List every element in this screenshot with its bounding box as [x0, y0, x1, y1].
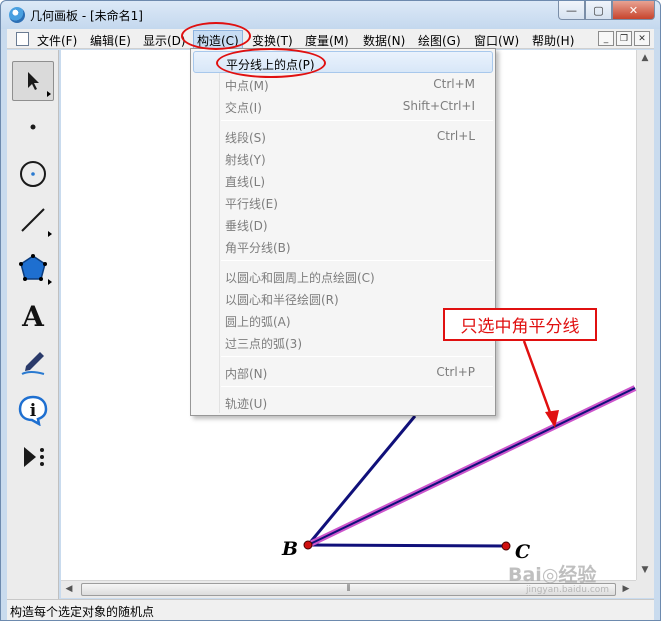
menu-bar: 文件(F) 编辑(E) 显示(D) 构造(C) 变换(T) 度量(M) 数据(N…: [7, 29, 654, 51]
menu-item-label: 射线(Y): [225, 153, 266, 167]
construct-menu: 平分线上的点(P) 中点(M) Ctrl+M 交点(I) Shift+Ctrl+I 线段(…: [190, 48, 496, 416]
menu-item-shortcut: Ctrl+M: [433, 77, 475, 91]
highlight-ellipse-menu: [181, 22, 251, 50]
text-icon: A: [22, 299, 44, 333]
menu-item-shortcut: Shift+Ctrl+I: [402, 99, 475, 113]
menu-item-construct[interactable]: 垂线(D): [193, 213, 493, 235]
menu-window[interactable]: 窗口(W): [474, 32, 519, 49]
info-tool[interactable]: i: [12, 390, 54, 430]
menu-separator: [221, 120, 493, 121]
watermark-logo: Bai◎经验: [508, 564, 597, 586]
doc-close-button[interactable]: ✕: [634, 31, 650, 46]
scroll-up-icon[interactable]: ▲: [637, 50, 653, 66]
menu-item-construct[interactable]: 射线(Y): [193, 147, 493, 169]
menu-item-label: 圆上的弧(A): [225, 315, 291, 329]
menu-display[interactable]: 显示(D): [143, 32, 186, 49]
arrow-select-tool[interactable]: [12, 61, 54, 101]
scroll-corner: [636, 580, 654, 598]
menu-item-label: 内部(N): [225, 367, 268, 381]
highlight-ellipse-item: [216, 48, 326, 78]
menu-item-label: 直线(L): [225, 175, 266, 189]
menu-item-label: 平行线(E): [225, 197, 278, 211]
menu-item-label: 中点(M): [225, 79, 269, 93]
marker-tool[interactable]: [12, 343, 54, 383]
menu-item-label: 交点(I): [225, 101, 262, 115]
menu-item-label: 以圆心和半径绘圆(R): [225, 293, 339, 307]
vertical-scrollbar[interactable]: ▲ ▼: [636, 50, 654, 580]
text-tool[interactable]: A: [12, 296, 54, 336]
arrow-select-icon: [28, 72, 39, 90]
menu-separator: [221, 260, 493, 261]
app-logo-icon: [9, 7, 25, 23]
close-button[interactable]: ✕: [612, 1, 655, 20]
custom-tool-icon: [24, 447, 44, 467]
minimize-button[interactable]: —: [558, 1, 585, 20]
document-controls: _ ❐ ✕: [598, 31, 650, 46]
watermark-url: jingyan.baidu.com: [526, 585, 610, 595]
menu-item-construct[interactable]: 线段(S) Ctrl+L: [193, 125, 493, 147]
menu-item-construct[interactable]: 轨迹(U): [193, 391, 493, 413]
tool-submenu-icon: [48, 231, 52, 237]
menu-help[interactable]: 帮助(H): [532, 32, 574, 49]
custom-tool[interactable]: [12, 437, 54, 477]
menu-item-shortcut: Ctrl+P: [436, 365, 475, 379]
menu-item-construct[interactable]: 中点(M) Ctrl+M: [193, 73, 493, 95]
title-bar[interactable]: 几何画板 - [未命名1] — ▢ ✕: [1, 1, 660, 29]
menu-item-label: 以圆心和圆周上的点绘圆(C): [225, 271, 375, 285]
menu-graph[interactable]: 绘图(G): [418, 32, 461, 49]
menu-measure[interactable]: 度量(M): [305, 32, 349, 49]
scroll-down-icon[interactable]: ▼: [637, 562, 653, 578]
menu-item-construct[interactable]: 内部(N) Ctrl+P: [193, 361, 493, 383]
menu-item-construct[interactable]: 平行线(E): [193, 191, 493, 213]
menu-transform[interactable]: 变换(T): [252, 32, 293, 49]
toolbox: A i: [7, 50, 59, 599]
menu-item-label: 垂线(D): [225, 219, 268, 233]
scroll-left-icon[interactable]: ◀: [61, 581, 77, 597]
doc-restore-button[interactable]: ❐: [616, 31, 632, 46]
window-title: 几何画板 - [未命名1]: [30, 9, 143, 23]
tool-submenu-icon: [48, 279, 52, 285]
tool-submenu-icon: [47, 91, 51, 97]
menu-item-label: 过三点的弧(3): [225, 337, 302, 351]
straightedge-tool[interactable]: [12, 200, 54, 240]
compass-tool[interactable]: [12, 154, 54, 194]
maximize-button[interactable]: ▢: [585, 1, 612, 20]
menu-item-shortcut: Ctrl+L: [436, 129, 475, 143]
menu-file[interactable]: 文件(F): [37, 32, 77, 49]
menu-item-construct[interactable]: 以圆心和半径绘圆(R): [193, 287, 493, 309]
status-text: 构造每个选定对象的随机点: [10, 605, 155, 619]
menu-separator: [221, 356, 493, 357]
menu-separator: [221, 386, 493, 387]
menu-item-construct[interactable]: 交点(I) Shift+Ctrl+I: [193, 95, 493, 117]
menu-edit[interactable]: 编辑(E): [90, 32, 131, 49]
straightedge-icon: [21, 208, 45, 232]
point-label-b: B: [282, 538, 299, 560]
document-icon[interactable]: [16, 32, 29, 46]
window-controls: — ▢ ✕: [558, 1, 655, 20]
menu-item-label: 线段(S): [225, 131, 266, 145]
info-glyph: i: [30, 401, 37, 421]
scroll-right-icon[interactable]: ▶: [618, 581, 634, 597]
marker-icon: [21, 352, 45, 375]
menu-item-construct[interactable]: 角平分线(B): [193, 235, 493, 257]
menu-item-label: 轨迹(U): [225, 397, 268, 411]
info-icon: i: [18, 395, 48, 426]
menu-data[interactable]: 数据(N): [363, 32, 405, 49]
menu-item-label: 角平分线(B): [225, 241, 291, 255]
menu-item-construct[interactable]: 以圆心和圆周上的点绘圆(C): [193, 265, 493, 287]
compass-icon: [20, 161, 46, 187]
polygon-tool[interactable]: [12, 248, 54, 288]
point-tool[interactable]: [12, 107, 54, 147]
doc-minimize-button[interactable]: _: [598, 31, 614, 46]
menu-item-construct[interactable]: 直线(L): [193, 169, 493, 191]
status-bar: 构造每个选定对象的随机点: [7, 599, 654, 620]
annotation-callout: 只选中角平分线: [443, 308, 597, 341]
point-icon: [30, 124, 36, 130]
polygon-icon: [19, 254, 47, 281]
